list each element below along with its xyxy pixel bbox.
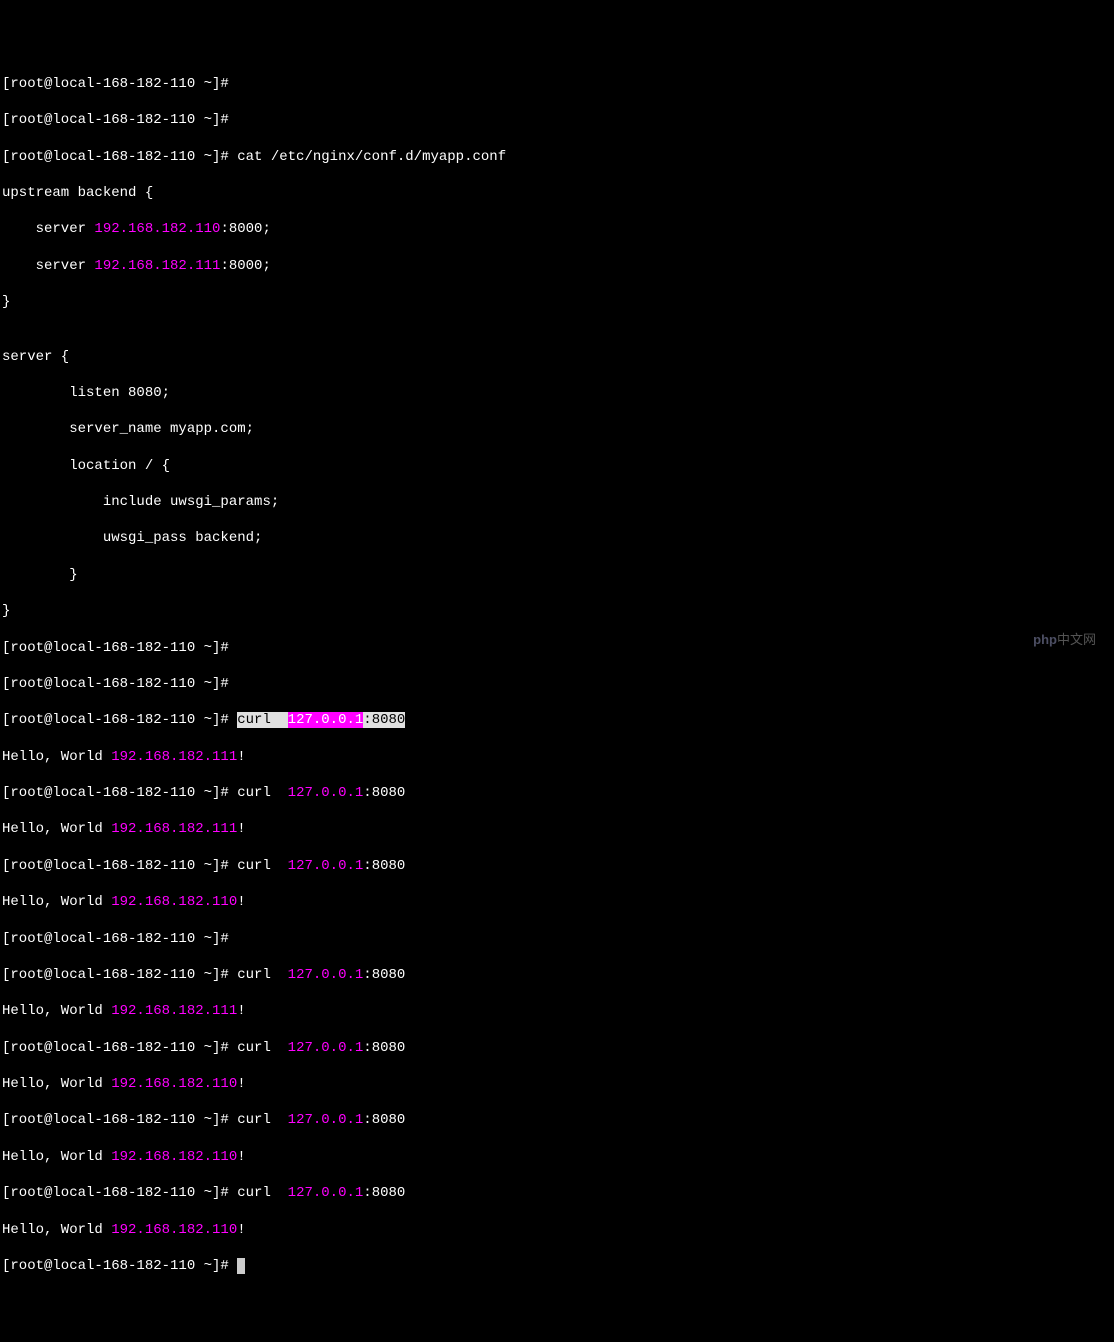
prompt: [root@local-168-182-110 ~]# [2, 858, 237, 874]
ip-address: 192.168.182.110 [111, 1076, 237, 1092]
output-line: Hello, World 192.168.182.111! [2, 748, 1112, 766]
ip-address: 192.168.182.111 [111, 749, 237, 765]
config-line: location / { [2, 457, 1112, 475]
terminal-line: [root@local-168-182-110 ~]# [2, 75, 1112, 93]
terminal-line: [root@local-168-182-110 ~]# curl 127.0.0… [2, 784, 1112, 802]
prompt: [root@local-168-182-110 ~]# [2, 967, 237, 983]
ip-address: 127.0.0.1 [288, 1040, 364, 1056]
terminal-line: [root@local-168-182-110 ~]# [2, 930, 1112, 948]
output-line: Hello, World 192.168.182.110! [2, 1221, 1112, 1239]
command-highlighted: curl [237, 712, 287, 728]
command: curl [237, 1040, 287, 1056]
ip-address: 192.168.182.110 [111, 1149, 237, 1165]
ip-address: 192.168.182.111 [111, 821, 237, 837]
terminal-line: [root@local-168-182-110 ~]# curl 127.0.0… [2, 966, 1112, 984]
terminal-line: [root@local-168-182-110 ~]# curl 127.0.0… [2, 1039, 1112, 1057]
ip-address: 192.168.182.110 [111, 894, 237, 910]
config-line: upstream backend { [2, 184, 1112, 202]
ip-address: 127.0.0.1 [288, 858, 364, 874]
terminal-line[interactable]: [root@local-168-182-110 ~]# [2, 1257, 1112, 1275]
command: curl [237, 858, 287, 874]
command: curl [237, 785, 287, 801]
config-line: } [2, 602, 1112, 620]
terminal-line: [root@local-168-182-110 ~]# [2, 111, 1112, 129]
config-line: server_name myapp.com; [2, 420, 1112, 438]
terminal-line: [root@local-168-182-110 ~]# curl 127.0.0… [2, 1184, 1112, 1202]
config-line: } [2, 293, 1112, 311]
ip-address: 192.168.182.110 [111, 1222, 237, 1238]
command: curl [237, 1112, 287, 1128]
port-highlighted: :8080 [363, 712, 405, 728]
ip-address: 127.0.0.1 [288, 1185, 364, 1201]
terminal-line: [root@local-168-182-110 ~]# curl 127.0.0… [2, 1111, 1112, 1129]
prompt: [root@local-168-182-110 ~]# [2, 1040, 237, 1056]
command: curl [237, 1185, 287, 1201]
watermark: php中文网 [1033, 632, 1096, 649]
command: cat /etc/nginx/conf.d/myapp.conf [237, 149, 506, 165]
prompt: [root@local-168-182-110 ~]# [2, 712, 237, 728]
output-line: Hello, World 192.168.182.111! [2, 820, 1112, 838]
output-line: Hello, World 192.168.182.111! [2, 1002, 1112, 1020]
ip-address: 192.168.182.111 [111, 1003, 237, 1019]
config-line: listen 8080; [2, 384, 1112, 402]
cursor-icon[interactable] [237, 1258, 245, 1274]
ip-address: 192.168.182.110 [94, 221, 220, 237]
terminal-line: [root@local-168-182-110 ~]# curl 127.0.0… [2, 857, 1112, 875]
config-line: uwsgi_pass backend; [2, 529, 1112, 547]
config-line: include uwsgi_params; [2, 493, 1112, 511]
config-line: } [2, 566, 1112, 584]
prompt: [root@local-168-182-110 ~]# [2, 1258, 237, 1274]
prompt: [root@local-168-182-110 ~]# [2, 1185, 237, 1201]
ip-address: 127.0.0.1 [288, 1112, 364, 1128]
config-line: server 192.168.182.110:8000; [2, 220, 1112, 238]
terminal-line: [root@local-168-182-110 ~]# curl 127.0.0… [2, 711, 1112, 729]
prompt: [root@local-168-182-110 ~]# [2, 1112, 237, 1128]
output-line: Hello, World 192.168.182.110! [2, 893, 1112, 911]
config-line: server { [2, 348, 1112, 366]
terminal-line: [root@local-168-182-110 ~]# [2, 639, 1112, 657]
ip-address: 127.0.0.1 [288, 785, 364, 801]
command: curl [237, 967, 287, 983]
ip-address: 127.0.0.1 [288, 967, 364, 983]
ip-highlighted: 127.0.0.1 [288, 712, 364, 728]
output-line: Hello, World 192.168.182.110! [2, 1148, 1112, 1166]
prompt: [root@local-168-182-110 ~]# [2, 785, 237, 801]
terminal-line: [root@local-168-182-110 ~]# [2, 675, 1112, 693]
output-line: Hello, World 192.168.182.110! [2, 1075, 1112, 1093]
ip-address: 192.168.182.111 [94, 258, 220, 274]
config-line: server 192.168.182.111:8000; [2, 257, 1112, 275]
terminal-line: [root@local-168-182-110 ~]# cat /etc/ngi… [2, 148, 1112, 166]
prompt: [root@local-168-182-110 ~]# [2, 149, 237, 165]
